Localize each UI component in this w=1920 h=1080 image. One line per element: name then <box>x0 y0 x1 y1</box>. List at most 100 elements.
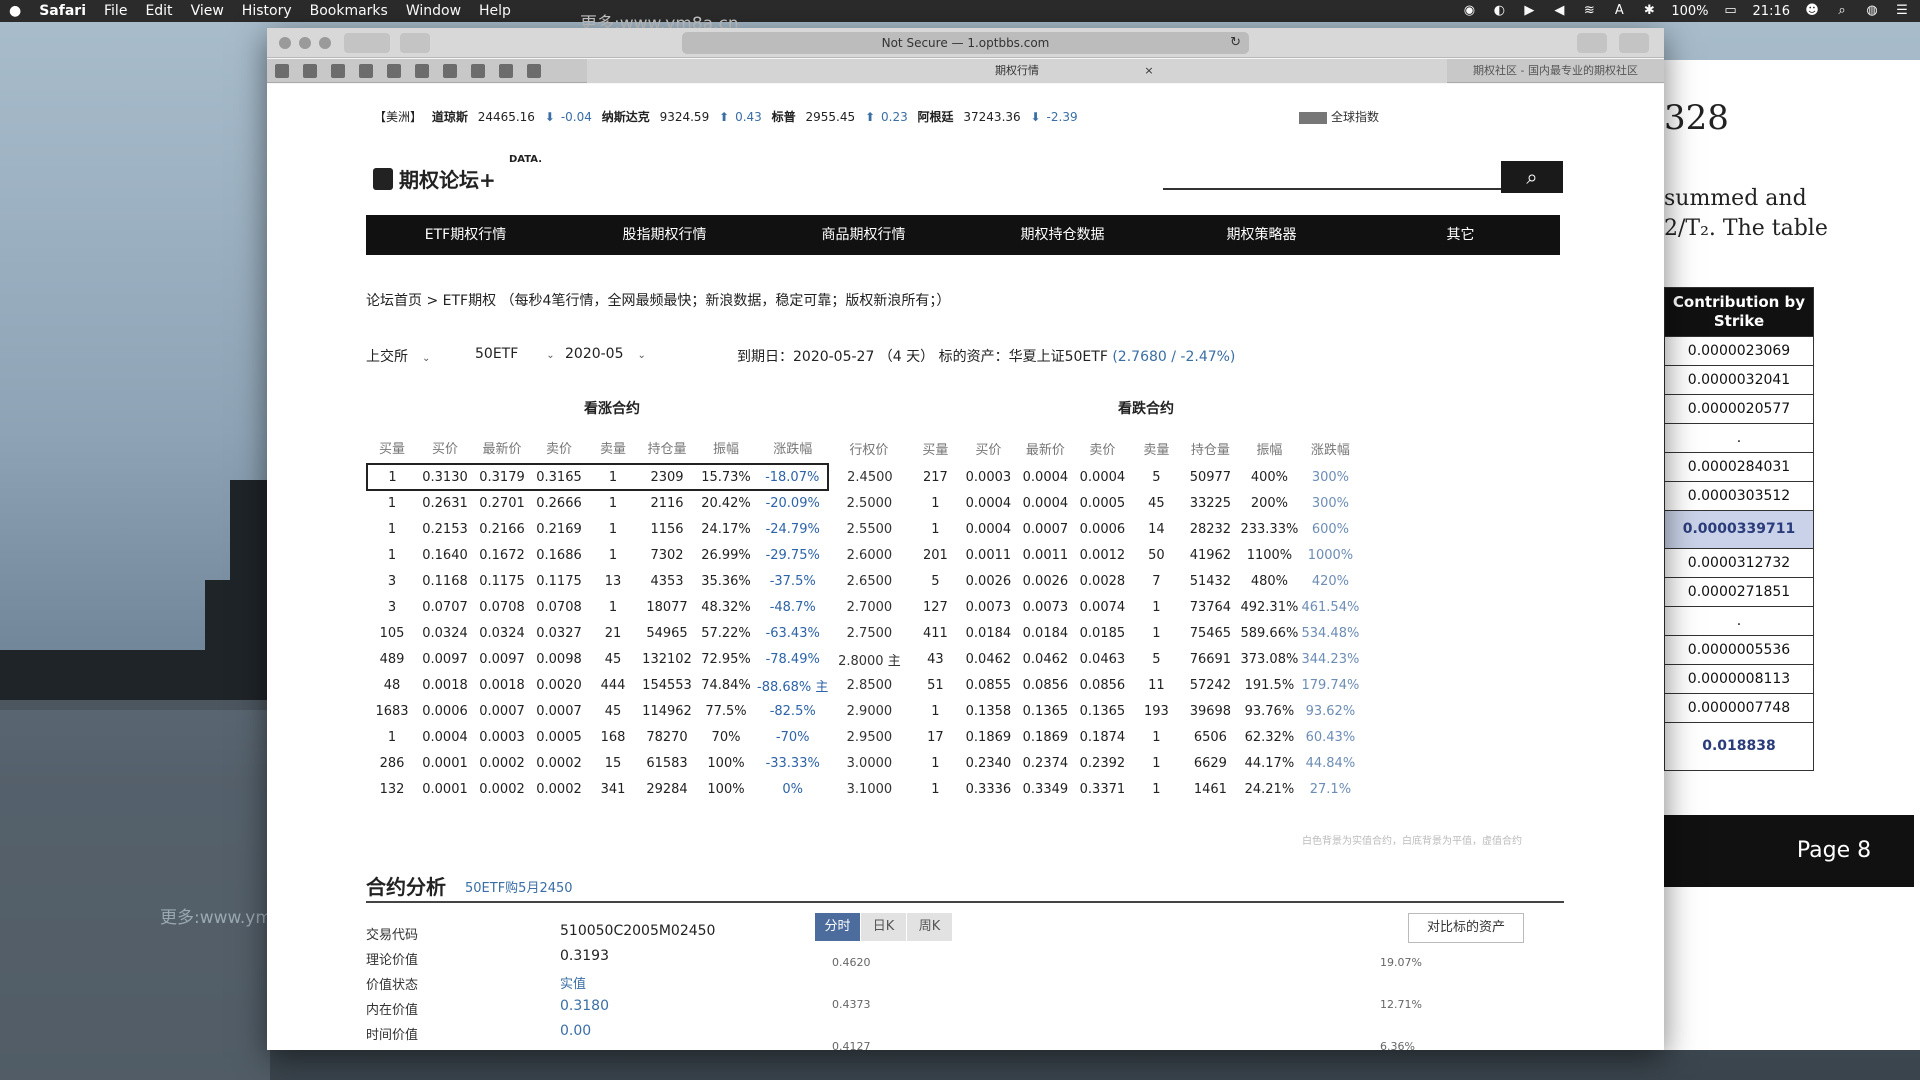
global-index-link[interactable]: 全球指数 <box>1299 108 1379 125</box>
table-footnote: 白色背景为实值合约，白底背景为平值，虚值合约 <box>1302 836 1522 847</box>
nav-index-options[interactable]: 股指期权行情 <box>565 215 764 255</box>
compare-underlying-button[interactable]: 对比标的资产 <box>1408 913 1524 943</box>
siri-icon[interactable]: ◍ <box>1864 4 1880 18</box>
call-cell: 0.0018 <box>422 677 468 693</box>
sidebar-toggle-button[interactable] <box>400 33 430 53</box>
favorite-icon[interactable] <box>303 64 317 78</box>
favorite-icon[interactable] <box>331 64 345 78</box>
put-cell: 0.0004 <box>965 495 1012 511</box>
share-button[interactable] <box>1577 33 1607 53</box>
ticker-name[interactable]: 标普 <box>772 110 796 124</box>
bluetooth-icon[interactable]: ✱ <box>1641 4 1657 18</box>
wifi-icon[interactable]: ≋ <box>1581 4 1597 18</box>
contribution-total: 0.018838 <box>1665 722 1813 770</box>
call-section-title: 看涨合约 <box>584 401 640 417</box>
call-cell: 0.1672 <box>479 547 525 563</box>
call-cell: 35.36% <box>701 573 751 589</box>
favorite-icon[interactable] <box>471 64 485 78</box>
close-window-button[interactable] <box>279 37 291 49</box>
ticker-name[interactable]: 纳斯达克 <box>602 110 650 124</box>
option-row[interactable]: 1 0.0004 0.0003 0.0005 168 78270 70% -70% 2.9500… <box>367 724 1360 750</box>
option-row[interactable]: 3 0.0707 0.0708 0.0708 1 18077 48.32% -48.7% 2.7… <box>367 594 1360 620</box>
show-tabs-button[interactable] <box>1619 33 1649 53</box>
tower-silhouette <box>230 480 270 710</box>
zoom-window-button[interactable] <box>319 37 331 49</box>
menu-history[interactable]: History <box>233 3 301 19</box>
favorite-icon[interactable] <box>359 64 373 78</box>
month-select[interactable]: 2020-05 ⌄ <box>565 346 646 362</box>
nav-commodity-options[interactable]: 商品期权行情 <box>764 215 963 255</box>
favorite-icon[interactable] <box>443 64 457 78</box>
value-theoretical-value: 0.3193 <box>560 948 609 964</box>
notification-center-icon[interactable]: ☰ <box>1894 4 1910 18</box>
play-icon[interactable]: ▶ <box>1521 4 1537 18</box>
table-header-row: 买量 买价 最新价 卖价 卖量 持仓量 振幅 涨跌幅 行权价 买量 买价 最新价… <box>367 432 1360 464</box>
menu-file[interactable]: File <box>95 3 136 19</box>
tab-intraday[interactable]: 分时 <box>815 913 860 941</box>
option-row[interactable]: 1 0.2631 0.2701 0.2666 1 2116 20.42% -20.09% 2.5… <box>367 490 1360 516</box>
search-icon: ⌕ <box>1526 165 1538 189</box>
status-icon[interactable]: ◐ <box>1491 4 1507 18</box>
minimize-window-button[interactable] <box>299 37 311 49</box>
option-row[interactable]: 3 0.1168 0.1175 0.1175 13 4353 35.36% -37.5% 2.6… <box>367 568 1360 594</box>
nav-strategy[interactable]: 期权策略器 <box>1162 215 1361 255</box>
favorite-icon[interactable] <box>415 64 429 78</box>
nav-open-interest[interactable]: 期权持仓数据 <box>963 215 1162 255</box>
put-cell: 0.0184 <box>1022 625 1069 641</box>
site-logo[interactable]: 期权论坛+ DATA. <box>373 154 542 193</box>
tab-title: 期权社区 - 国内最专业的期权社区 <box>1473 64 1638 77</box>
option-row[interactable]: 489 0.0097 0.0097 0.0098 45 132102 72.95% -78.4… <box>367 646 1360 672</box>
ticker-down-icon: ⬇ <box>1030 110 1041 124</box>
favorite-icon[interactable] <box>499 64 513 78</box>
tab-options-community[interactable]: 期权社区 - 国内最专业的期权社区 <box>1447 59 1664 83</box>
creative-cloud-icon[interactable]: ◉ <box>1461 4 1477 18</box>
call-cell: 0.1686 <box>536 547 582 563</box>
option-row[interactable]: 286 0.0001 0.0002 0.0002 15 61583 100% -33.33% 3… <box>367 750 1360 776</box>
favorite-icon[interactable] <box>527 64 541 78</box>
option-row[interactable]: 1683 0.0006 0.0007 0.0007 45 114962 77.5% -82.5… <box>367 698 1360 724</box>
favorite-icon[interactable] <box>387 64 401 78</box>
user-icon[interactable]: ☻ <box>1804 4 1820 18</box>
put-cell: 0.0003 <box>965 469 1012 485</box>
exchange-select[interactable]: 上交所 ⌄ <box>366 346 430 366</box>
clock[interactable]: 21:16 <box>1753 4 1790 19</box>
search-button[interactable]: ⌕ <box>1501 161 1563 193</box>
address-bar[interactable]: Not Secure — 1.optbbs.com ↻ <box>682 32 1249 54</box>
keyboard-icon[interactable]: A <box>1611 4 1627 18</box>
slide-number: 328 <box>1664 98 1729 138</box>
option-row[interactable]: 132 0.0001 0.0002 0.0002 341 29284 100% 0% 3.100… <box>367 776 1360 802</box>
menu-safari[interactable]: Safari <box>30 3 95 19</box>
label-theoretical-value: 理论价值 <box>366 953 419 968</box>
nav-etf-options[interactable]: ETF期权行情 <box>366 215 565 255</box>
put-cell: 41962 <box>1189 547 1232 563</box>
underlying-select[interactable]: 50ETF ⌄ <box>475 346 555 362</box>
back-forward-buttons[interactable] <box>344 33 390 53</box>
menu-window[interactable]: Window <box>397 3 470 19</box>
menu-help[interactable]: Help <box>470 3 520 19</box>
call-cell: 168 <box>600 729 626 745</box>
option-row[interactable]: 105 0.0324 0.0324 0.0327 21 54965 57.22% -63.43… <box>367 620 1360 646</box>
tab-daily-k[interactable]: 日K <box>861 913 906 941</box>
tab-options-quotes[interactable]: 期权行情 <box>587 59 1447 83</box>
nav-other[interactable]: 其它 <box>1361 215 1560 255</box>
ticker-name[interactable]: 阿根廷 <box>918 110 954 124</box>
menu-edit[interactable]: Edit <box>136 3 181 19</box>
reload-icon[interactable]: ↻ <box>1230 32 1241 54</box>
close-tab-icon[interactable]: × <box>1139 59 1159 83</box>
volume-icon[interactable]: ◀ <box>1551 4 1567 18</box>
apple-menu-icon[interactable]: ● <box>0 3 30 19</box>
spotlight-search-icon[interactable]: ⌕ <box>1834 4 1850 18</box>
ticker-name[interactable]: 道琼斯 <box>432 110 468 124</box>
search-input[interactable] <box>1163 188 1509 190</box>
column-header: 卖量 <box>1143 442 1170 458</box>
ticker-change: 0.23 <box>881 110 908 124</box>
favorite-icon[interactable] <box>275 64 289 78</box>
menu-view[interactable]: View <box>182 3 233 19</box>
option-row[interactable]: 48 0.0018 0.0018 0.0020 444 154553 74.84% -88.6… <box>367 672 1360 698</box>
tab-weekly-k[interactable]: 周K <box>907 913 952 941</box>
option-row[interactable]: 1 0.1640 0.1672 0.1686 1 7302 26.99% -29.75% 2.6… <box>367 542 1360 568</box>
option-row[interactable]: 1 0.3130 0.3179 0.3165 1 2309 15.73% -18.07% 2.4… <box>366 463 1360 491</box>
battery-percent[interactable]: 100% <box>1671 4 1708 19</box>
option-row[interactable]: 1 0.2153 0.2166 0.2169 1 1156 24.17% -24.79% 2.5… <box>367 516 1360 542</box>
menu-bookmarks[interactable]: Bookmarks <box>301 3 397 19</box>
